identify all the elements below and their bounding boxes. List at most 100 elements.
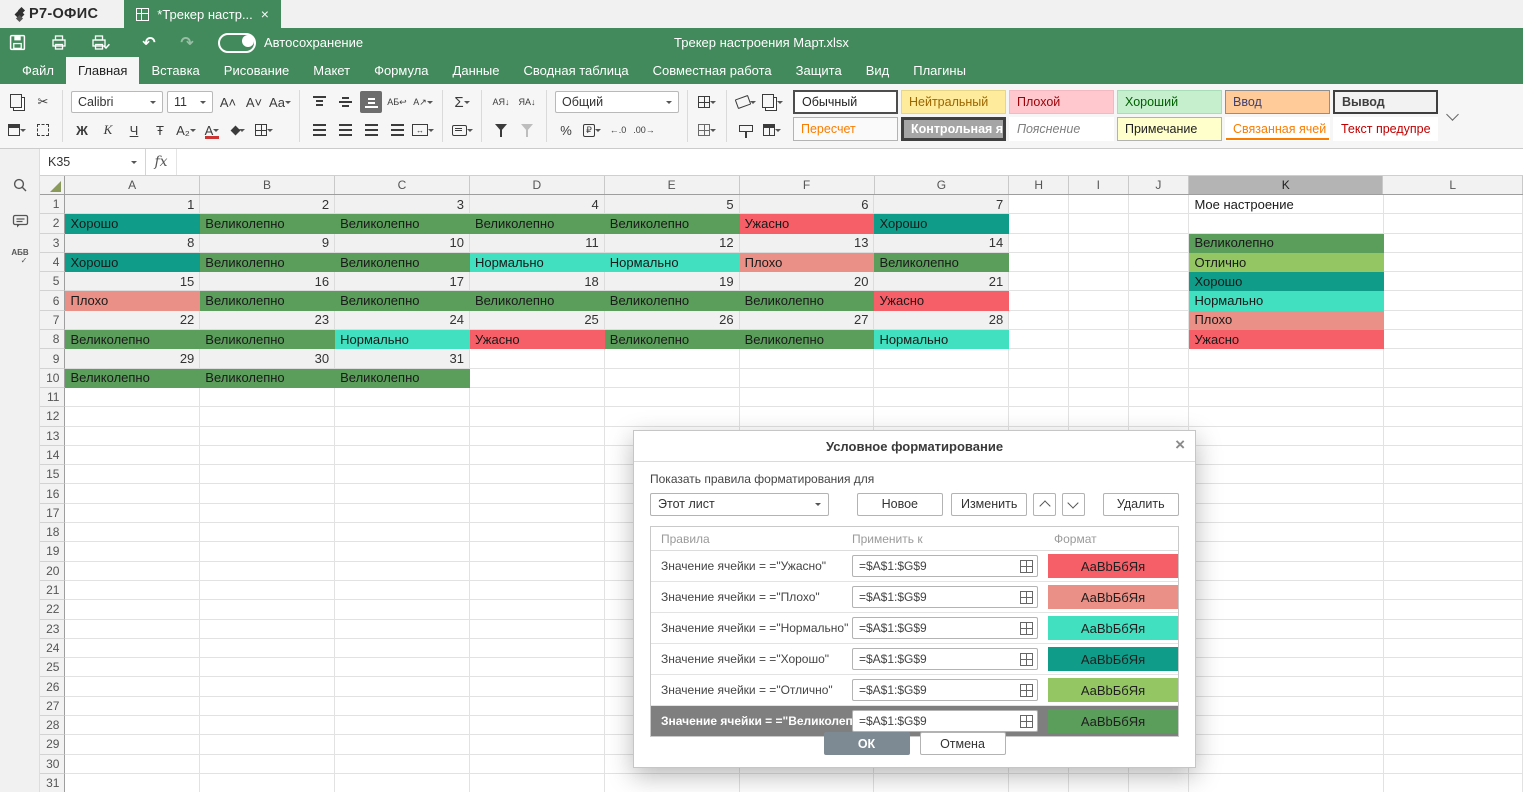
- row-header-30[interactable]: 30: [40, 755, 65, 774]
- cell-name-box[interactable]: K35: [40, 149, 146, 175]
- cell-A1[interactable]: 1: [65, 195, 200, 214]
- cell-A19[interactable]: [65, 542, 200, 561]
- cell-D5[interactable]: 18: [470, 272, 605, 291]
- format-painter-button[interactable]: [735, 119, 757, 141]
- cell-A26[interactable]: [65, 677, 200, 696]
- legend-cell-Плохо[interactable]: Плохо: [1189, 311, 1383, 330]
- cell-L31[interactable]: [1384, 774, 1523, 792]
- cell-K31[interactable]: [1189, 774, 1383, 792]
- italic-button[interactable]: K: [97, 119, 119, 141]
- ok-button[interactable]: ОК: [824, 732, 910, 755]
- cell-J4[interactable]: [1129, 253, 1190, 272]
- cell-H31[interactable]: [1009, 774, 1069, 792]
- select-range-icon[interactable]: [1020, 653, 1033, 666]
- legend-cell-Нормально[interactable]: Нормально: [1189, 291, 1383, 310]
- cell-style-Примечание[interactable]: Примечание: [1117, 117, 1222, 141]
- cell-E1[interactable]: 5: [605, 195, 740, 214]
- cell-K27[interactable]: [1189, 697, 1383, 716]
- dialog-close-icon[interactable]: ×: [1175, 435, 1185, 455]
- cell-A18[interactable]: [65, 523, 200, 542]
- spellcheck-button[interactable]: АБВ ✓: [0, 239, 40, 275]
- cell-L25[interactable]: [1384, 658, 1523, 677]
- rule-range-input[interactable]: =$A$1:$G$9: [852, 555, 1038, 577]
- cell-C3[interactable]: 10: [335, 234, 470, 253]
- cell-B15[interactable]: [200, 465, 335, 484]
- cell-L15[interactable]: [1384, 465, 1523, 484]
- cell-L26[interactable]: [1384, 677, 1523, 696]
- row-header-14[interactable]: 14: [40, 446, 65, 465]
- rule-range-input[interactable]: =$A$1:$G$9: [852, 617, 1038, 639]
- cell-style-Текст предупре[interactable]: Текст предупре: [1333, 117, 1438, 141]
- cell-D25[interactable]: [470, 658, 605, 677]
- change-case-button[interactable]: Aa: [269, 91, 291, 113]
- cell-D24[interactable]: [470, 639, 605, 658]
- cell-C2[interactable]: Великолепно: [335, 214, 470, 233]
- cell-K29[interactable]: [1189, 735, 1383, 754]
- cell-B1[interactable]: 2: [200, 195, 335, 214]
- cell-style-Ввод[interactable]: Ввод: [1225, 90, 1330, 114]
- cell-C20[interactable]: [335, 562, 470, 581]
- cell-G2[interactable]: Хорошо: [874, 214, 1009, 233]
- row-header-5[interactable]: 5: [40, 272, 65, 291]
- cell-B17[interactable]: [200, 504, 335, 523]
- scope-select[interactable]: Этот лист: [650, 493, 829, 516]
- strikethrough-button[interactable]: Ŧ: [149, 119, 171, 141]
- legend-cell-Ужасно[interactable]: Ужасно: [1189, 330, 1383, 349]
- legend-title-cell[interactable]: Мое настроение: [1189, 195, 1383, 214]
- row-header-28[interactable]: 28: [40, 716, 65, 735]
- cell-I9[interactable]: [1069, 349, 1129, 368]
- close-tab-icon[interactable]: ×: [261, 7, 269, 21]
- cell-D22[interactable]: [470, 600, 605, 619]
- row-header-26[interactable]: 26: [40, 677, 65, 696]
- cell-H2[interactable]: [1009, 214, 1069, 233]
- cancel-button[interactable]: Отмена: [920, 732, 1006, 755]
- cell-B21[interactable]: [200, 581, 335, 600]
- cell-H1[interactable]: [1009, 195, 1069, 214]
- cell-K30[interactable]: [1189, 755, 1383, 774]
- cell-B13[interactable]: [200, 427, 335, 446]
- cell-L19[interactable]: [1384, 542, 1523, 561]
- cell-C18[interactable]: [335, 523, 470, 542]
- cut-button[interactable]: ✂: [32, 91, 54, 113]
- column-header-I[interactable]: I: [1069, 176, 1129, 194]
- cell-E31[interactable]: [605, 774, 740, 792]
- cell-F31[interactable]: [740, 774, 875, 792]
- row-header-22[interactable]: 22: [40, 600, 65, 619]
- row-header-24[interactable]: 24: [40, 639, 65, 658]
- cell-A29[interactable]: [65, 735, 200, 754]
- undo-button[interactable]: ↶: [132, 28, 166, 57]
- cell-F1[interactable]: 6: [740, 195, 875, 214]
- cell-C23[interactable]: [335, 620, 470, 639]
- column-header-B[interactable]: B: [200, 176, 335, 194]
- cell-F10[interactable]: [740, 369, 875, 388]
- cell-C7[interactable]: 24: [335, 311, 470, 330]
- menu-tab-Рисование[interactable]: Рисование: [212, 57, 301, 84]
- cell-C30[interactable]: [335, 755, 470, 774]
- cell-D21[interactable]: [470, 581, 605, 600]
- autosave-toggle[interactable]: [218, 33, 256, 53]
- cell-I10[interactable]: [1069, 369, 1129, 388]
- cell-K19[interactable]: [1189, 542, 1383, 561]
- move-rule-down-button[interactable]: [1062, 493, 1085, 516]
- cell-K13[interactable]: [1189, 427, 1383, 446]
- column-header-C[interactable]: C: [335, 176, 470, 194]
- select-button[interactable]: [32, 119, 54, 141]
- cell-D1[interactable]: 4: [470, 195, 605, 214]
- cell-F12[interactable]: [740, 407, 875, 426]
- cell-H10[interactable]: [1009, 369, 1069, 388]
- align-left-button[interactable]: [308, 119, 330, 141]
- cell-D14[interactable]: [470, 446, 605, 465]
- cell-D10[interactable]: [470, 369, 605, 388]
- cell-J2[interactable]: [1129, 214, 1190, 233]
- cell-L30[interactable]: [1384, 755, 1523, 774]
- row-header-25[interactable]: 25: [40, 658, 65, 677]
- cell-style-Нейтральный[interactable]: Нейтральный: [901, 90, 1006, 114]
- number-format-select[interactable]: Общий: [555, 91, 679, 113]
- rule-row-2[interactable]: Значение ячейки = ="Плохо"=$A$1:$G$9АаВb…: [651, 582, 1178, 613]
- cell-L2[interactable]: [1384, 214, 1523, 233]
- copy-button[interactable]: [6, 91, 28, 113]
- cell-C29[interactable]: [335, 735, 470, 754]
- cell-E5[interactable]: 19: [605, 272, 740, 291]
- new-rule-button[interactable]: Новое: [857, 493, 943, 516]
- cell-D23[interactable]: [470, 620, 605, 639]
